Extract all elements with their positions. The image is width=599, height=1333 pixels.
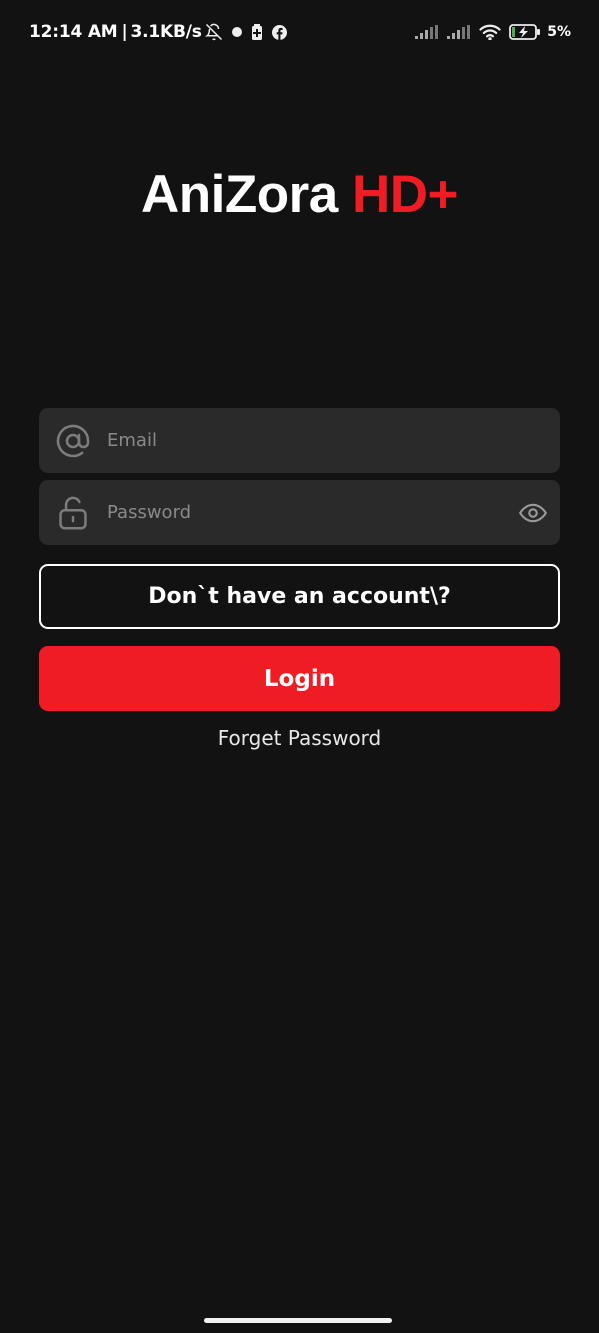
email-field[interactable] bbox=[39, 408, 560, 473]
signal-icon bbox=[447, 25, 471, 39]
status-speed: 3.1KB/s bbox=[130, 22, 202, 42]
status-separator: | bbox=[121, 22, 128, 42]
status-right: 5% bbox=[415, 24, 571, 40]
logo-text-accent: HD+ bbox=[351, 165, 459, 224]
logo-text-primary: AniZora bbox=[141, 165, 338, 224]
bell-off-icon bbox=[204, 23, 223, 41]
home-indicator[interactable] bbox=[204, 1318, 392, 1323]
forget-password-link[interactable]: Forget Password bbox=[0, 726, 599, 750]
battery-saver-icon bbox=[251, 24, 263, 40]
email-input[interactable] bbox=[105, 408, 560, 473]
password-input[interactable] bbox=[105, 480, 506, 545]
notification-dot-icon bbox=[231, 27, 242, 37]
status-left: 12:14 AM | 3.1KB/s bbox=[29, 22, 287, 42]
status-time: 12:14 AM bbox=[29, 22, 118, 42]
at-sign-icon bbox=[41, 423, 105, 459]
password-field[interactable] bbox=[39, 480, 560, 545]
login-screen: 12:14 AM | 3.1KB/s 5% AniZora HD+ Email … bbox=[0, 0, 599, 1333]
signup-button[interactable]: Don`t have an account\? bbox=[39, 564, 560, 629]
login-button[interactable]: Login bbox=[39, 646, 560, 711]
battery-percent: 5% bbox=[547, 24, 571, 40]
facebook-icon bbox=[271, 24, 287, 40]
wifi-icon bbox=[479, 24, 501, 40]
status-bar: 12:14 AM | 3.1KB/s 5% bbox=[0, 0, 599, 64]
lock-open-icon bbox=[41, 495, 105, 531]
eye-icon[interactable] bbox=[506, 502, 560, 524]
app-logo: AniZora HD+ bbox=[0, 164, 599, 225]
battery-charging-icon bbox=[509, 24, 541, 40]
signal-icon bbox=[415, 25, 439, 39]
